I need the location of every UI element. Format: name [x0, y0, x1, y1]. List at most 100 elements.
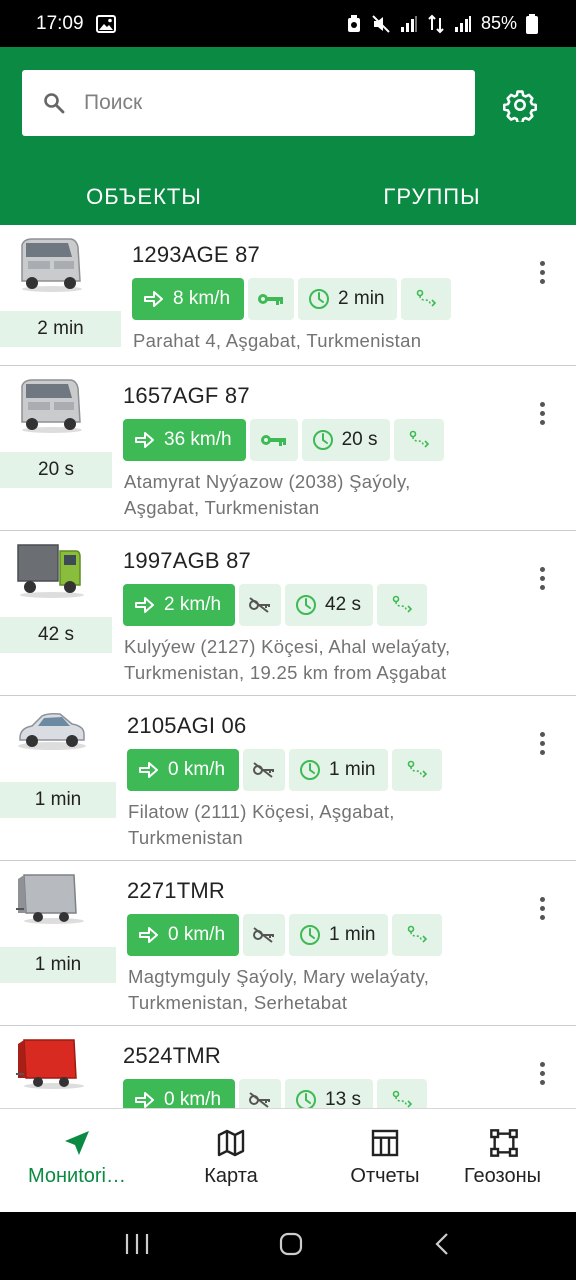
time-value: 1 min [329, 759, 376, 780]
nav-map[interactable]: Карта [154, 1109, 308, 1212]
unit-address: Filatow (2111) Köçesi, Aşgabat, Turkmeni… [128, 801, 395, 848]
key-icon [258, 294, 284, 305]
route-icon [407, 760, 427, 778]
battery-icon [526, 13, 538, 34]
home-icon [279, 1232, 303, 1255]
back-button[interactable] [432, 1231, 452, 1262]
nav-monitoring[interactable]: Мониtori… [0, 1109, 154, 1212]
geofence-icon [490, 1129, 518, 1157]
clock-icon [296, 1090, 317, 1108]
car-icon [18, 713, 86, 750]
more-options-button[interactable] [532, 726, 552, 760]
route-chip [391, 914, 442, 956]
tab-objects[interactable]: ОБЪЕКТЫ [0, 169, 288, 225]
time-chip: 20 s [301, 419, 390, 461]
nav-monitoring-label: Мониtori… [27, 1165, 126, 1187]
key-off-icon [253, 762, 275, 778]
clock-icon [300, 760, 321, 780]
more-options-button[interactable] [532, 255, 552, 289]
more-options-button[interactable] [532, 1056, 552, 1090]
key-off-icon [249, 597, 271, 613]
unit-address: Kulyýew (2127) Köçesi, Ahal welaýaty, Tu… [124, 636, 451, 683]
time-chip: 1 min [289, 749, 388, 791]
list-item[interactable]: 2524TMR 0 km/h 13 s [0, 1026, 576, 1108]
list-item[interactable]: 1 min 2271TMR 0 km/h 1 min Magtymguly Şa… [0, 861, 576, 1026]
route-icon [416, 289, 436, 307]
speed-value: 8 km/h [173, 288, 231, 309]
list-item[interactable]: 20 s 1657AGF 87 36 km/h 20 s Atamyrat Ny… [0, 366, 576, 531]
speed-chip: 0 km/h [123, 1079, 236, 1108]
ignition-chip [248, 278, 295, 320]
time-value: 42 s [325, 594, 361, 615]
trailer-icon [16, 1039, 84, 1089]
more-options-button[interactable] [532, 561, 552, 595]
mute-icon [371, 14, 391, 34]
arrow-right-icon [144, 291, 163, 307]
recent-apps-button[interactable] [124, 1232, 150, 1261]
route-chip [400, 278, 451, 320]
clock-icon [296, 595, 317, 615]
nav-reports[interactable]: Отчеты [308, 1109, 462, 1212]
time-chip: 2 min [298, 278, 397, 320]
search-input[interactable] [84, 91, 414, 115]
key-off-icon [253, 927, 275, 943]
route-icon [392, 1090, 413, 1108]
last-update-tag: 20 s [0, 452, 112, 488]
minibus-icon [21, 238, 82, 292]
route-chip [376, 1079, 427, 1108]
time-value: 13 s [325, 1089, 361, 1108]
home-button[interactable] [278, 1231, 304, 1262]
time-value: 2 min [338, 288, 385, 309]
unit-name: 2105AGI 06 [127, 713, 247, 738]
battery-percent: 85% [480, 13, 517, 33]
header: ОБЪЕКТЫ ГРУППЫ [0, 47, 576, 225]
status-bar: 17:09 85% [0, 0, 576, 47]
arrow-right-icon [139, 927, 158, 943]
time-chip: 13 s [285, 1079, 373, 1108]
key-icon [260, 435, 286, 446]
list-item[interactable]: 1 min 2105AGI 06 0 km/h 1 min Filatow (2… [0, 696, 576, 861]
unit-address: Parahat 4, Aşgabat, Turkmenistan [133, 330, 422, 351]
time-chip: 42 s [285, 584, 373, 626]
nav-geofences-label: Геозоны [464, 1165, 542, 1187]
speed-chip: 8 km/h [132, 278, 245, 320]
unit-name: 2271TMR [127, 878, 225, 903]
search-box[interactable] [22, 70, 475, 136]
tab-groups[interactable]: ГРУППЫ [288, 169, 576, 225]
app-root: 17:09 85% Поиск ОБЪЕКТЫ ГРУППЫ 2 min 129… [0, 0, 576, 1280]
speed-value: 36 km/h [164, 429, 232, 450]
speed-chip: 36 km/h [123, 419, 246, 461]
unit-name: 1293AGE 87 [132, 242, 260, 267]
last-update-tag: 1 min [0, 947, 116, 983]
truck-icon [17, 544, 84, 598]
speed-chip: 2 km/h [123, 584, 236, 626]
more-options-button[interactable] [532, 891, 552, 925]
route-chip [376, 584, 427, 626]
more-options-button[interactable] [532, 396, 552, 430]
route-chip [393, 419, 444, 461]
time-value: 20 s [341, 429, 378, 450]
map-icon [217, 1129, 245, 1157]
ignition-chip [243, 914, 286, 956]
search-icon [44, 93, 65, 114]
speed-value: 0 km/h [164, 1089, 222, 1108]
nav-geofences[interactable]: Геозоны [462, 1109, 576, 1212]
status-time: 17:09 [36, 12, 84, 34]
settings-button[interactable] [500, 85, 540, 125]
route-icon [407, 925, 427, 943]
recent-apps-icon [125, 1233, 149, 1254]
arrow-right-icon [135, 1092, 154, 1108]
clock-icon [312, 430, 333, 450]
list-item[interactable]: 2 min 1293AGE 87 8 km/h 2 min Parahat 4,… [0, 225, 576, 366]
unit-name: 1997AGB 87 [123, 548, 251, 573]
route-icon [392, 595, 413, 613]
tab-bar: ОБЪЕКТЫ ГРУППЫ [0, 169, 576, 225]
navigation-arrow-icon [65, 1131, 89, 1155]
status-chips: 2 km/h 42 s [123, 584, 427, 626]
time-value: 1 min [329, 924, 376, 945]
data-transfer-icon [427, 14, 445, 34]
clock-icon [309, 289, 330, 309]
key-off-icon [249, 1092, 271, 1108]
unit-name: 1657AGF 87 [123, 383, 250, 408]
list-item[interactable]: 42 s 1997AGB 87 2 km/h 42 s Kulyýew (212… [0, 531, 576, 696]
